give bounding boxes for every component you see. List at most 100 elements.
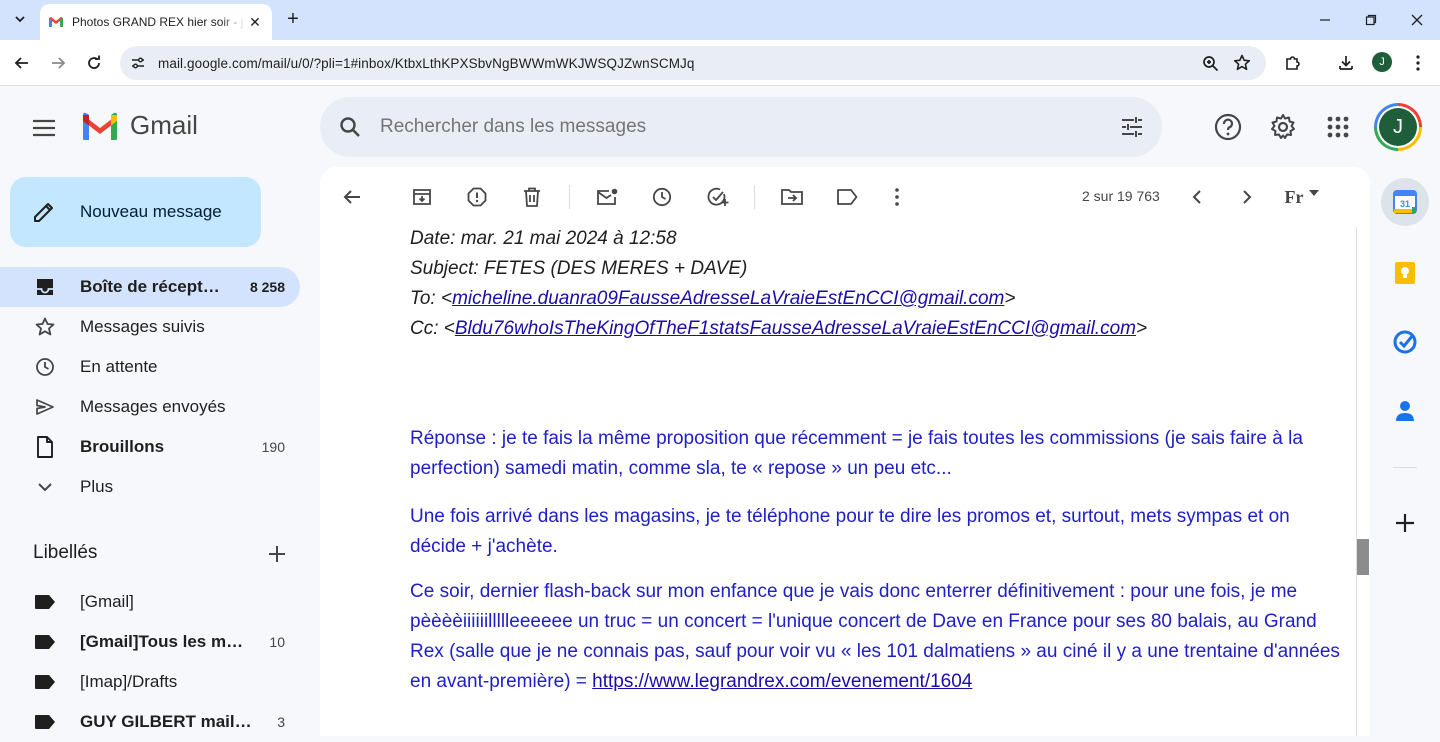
tab-search-button[interactable] bbox=[8, 7, 32, 31]
download-icon[interactable] bbox=[1334, 51, 1358, 75]
extensions-icon[interactable] bbox=[1281, 51, 1305, 75]
calendar-app-button[interactable]: 31 bbox=[1381, 178, 1429, 226]
label-item-gmail-all[interactable]: [Gmail]Tous les m… 10 bbox=[0, 622, 300, 662]
star-icon bbox=[33, 315, 57, 339]
label-item-guy-gilbert[interactable]: GUY GILBERT mail… 3 bbox=[0, 702, 300, 742]
apps-grid-icon[interactable] bbox=[1321, 110, 1355, 144]
chevron-right-icon bbox=[1243, 190, 1252, 204]
chevron-down-icon bbox=[33, 475, 57, 499]
browser-tab[interactable]: Photos GRAND REX hier soir - j ✕ bbox=[40, 4, 272, 40]
contacts-app-button[interactable] bbox=[1381, 387, 1429, 435]
to-suffix: > bbox=[1004, 288, 1016, 309]
draft-count: 190 bbox=[261, 439, 285, 455]
to-prefix: To: < bbox=[410, 288, 453, 309]
label-item-gmail[interactable]: [Gmail] bbox=[0, 582, 300, 622]
site-info-icon[interactable] bbox=[126, 51, 150, 75]
toolbar-divider bbox=[569, 185, 570, 209]
sidebar-item-drafts[interactable]: Brouillons 190 bbox=[0, 427, 300, 467]
label-tag-icon bbox=[33, 670, 57, 694]
move-to-folder-icon bbox=[781, 189, 803, 205]
add-to-tasks-button[interactable] bbox=[706, 185, 730, 209]
close-window-button[interactable] bbox=[1405, 8, 1429, 32]
keep-app-button[interactable] bbox=[1381, 249, 1429, 297]
mark-unread-button[interactable] bbox=[595, 185, 619, 209]
older-button[interactable] bbox=[1235, 185, 1259, 209]
tab-title: Photos GRAND REX hier soir - j bbox=[72, 15, 244, 29]
tasks-icon bbox=[1393, 330, 1417, 354]
forwarded-cc: Cc: <Bldu76whoIsTheKingOfTheF1statsFauss… bbox=[410, 318, 1147, 340]
archive-button[interactable] bbox=[410, 185, 434, 209]
back-to-inbox-button[interactable] bbox=[340, 185, 364, 209]
restore-button[interactable] bbox=[1359, 8, 1383, 32]
more-vert-icon bbox=[895, 188, 899, 206]
svg-text:31: 31 bbox=[1400, 199, 1410, 209]
body-paragraph-2: Une fois arrivé dans les magasins, je te… bbox=[410, 506, 1290, 557]
cc-suffix: > bbox=[1135, 318, 1148, 339]
search-icon[interactable] bbox=[320, 97, 380, 157]
input-tools-button[interactable]: Fr bbox=[1282, 185, 1322, 209]
sidebar-item-label: Brouillons bbox=[80, 437, 165, 456]
compose-label: Nouveau message bbox=[80, 202, 222, 221]
plus-icon bbox=[269, 546, 285, 562]
bookmark-star-icon[interactable] bbox=[1230, 51, 1254, 75]
cc-prefix: Cc: < bbox=[410, 318, 455, 339]
search-bar[interactable] bbox=[320, 97, 1162, 157]
label-count: 10 bbox=[269, 634, 285, 650]
new-tab-button[interactable]: + bbox=[282, 9, 304, 31]
account-avatar[interactable]: J bbox=[1374, 103, 1422, 151]
gmail-favicon-icon bbox=[49, 17, 63, 27]
sidebar-item-inbox[interactable]: Boîte de récept… 8 258 bbox=[0, 267, 300, 307]
report-spam-button[interactable] bbox=[465, 185, 489, 209]
arrow-right-icon bbox=[52, 57, 66, 69]
legrandrex-link[interactable]: https://www.legrandrex.com/evenement/160… bbox=[592, 671, 972, 692]
label-tag-icon bbox=[33, 710, 57, 734]
back-button[interactable] bbox=[10, 51, 34, 75]
snooze-button[interactable] bbox=[650, 185, 674, 209]
help-icon[interactable] bbox=[1211, 110, 1245, 144]
compose-button[interactable]: Nouveau message bbox=[10, 177, 261, 247]
sidebar-item-more[interactable]: Plus bbox=[0, 467, 300, 507]
delete-button[interactable] bbox=[520, 185, 544, 209]
search-input[interactable] bbox=[380, 116, 1102, 138]
get-addons-button[interactable] bbox=[1381, 499, 1429, 547]
tab-close-icon[interactable]: ✕ bbox=[246, 13, 264, 31]
labels-button[interactable] bbox=[835, 185, 859, 209]
main-menu-button[interactable] bbox=[28, 112, 60, 144]
more-vert-icon[interactable] bbox=[1406, 51, 1430, 75]
zoom-icon[interactable] bbox=[1198, 51, 1222, 75]
keep-icon bbox=[1395, 262, 1415, 284]
sidebar-item-starred[interactable]: Messages suivis bbox=[0, 307, 300, 347]
minimize-button[interactable] bbox=[1313, 8, 1337, 32]
draft-file-icon bbox=[33, 435, 57, 459]
menu-icon bbox=[33, 119, 55, 137]
add-label-button[interactable] bbox=[264, 541, 290, 567]
reload-button[interactable] bbox=[82, 51, 106, 75]
browser-profile-avatar[interactable]: J bbox=[1372, 52, 1392, 72]
sidebar-item-label: Plus bbox=[80, 477, 114, 496]
calendar-icon: 31 bbox=[1393, 190, 1417, 214]
pencil-icon bbox=[34, 203, 53, 222]
report-spam-icon bbox=[467, 187, 487, 207]
scrollbar-track[interactable] bbox=[1356, 227, 1370, 736]
pagination-text: 2 sur 19 763 bbox=[1082, 188, 1160, 204]
close-icon bbox=[1411, 14, 1423, 26]
newer-button[interactable] bbox=[1185, 185, 1209, 209]
label-name: GUY GILBERT mail… bbox=[80, 712, 252, 731]
settings-gear-icon[interactable] bbox=[1266, 110, 1300, 144]
move-to-button[interactable] bbox=[780, 185, 804, 209]
tasks-app-button[interactable] bbox=[1381, 318, 1429, 366]
more-actions-button[interactable] bbox=[885, 185, 909, 209]
cc-email-link[interactable]: Bldu76whoIsTheKingOfTheF1statsFausseAdre… bbox=[455, 318, 1136, 339]
to-email-link[interactable]: micheline.duanra09FausseAdresseLaVraieEs… bbox=[452, 288, 1004, 309]
sidebar-item-sent[interactable]: Messages envoyés bbox=[0, 387, 300, 427]
gmail-logo[interactable]: Gmail bbox=[80, 110, 198, 141]
address-bar[interactable]: mail.google.com/mail/u/0/?pli=1#inbox/Kt… bbox=[120, 46, 1266, 80]
sidebar-item-label: En attente bbox=[80, 357, 158, 376]
label-item-imap-drafts[interactable]: [Imap]/Drafts bbox=[0, 662, 300, 702]
search-options-icon[interactable] bbox=[1102, 97, 1162, 157]
scrollbar-thumb[interactable] bbox=[1357, 539, 1369, 575]
sidebar-item-snoozed[interactable]: En attente bbox=[0, 347, 300, 387]
forward-button[interactable] bbox=[46, 51, 70, 75]
avatar-initial: J bbox=[1379, 108, 1417, 146]
label-name: [Imap]/Drafts bbox=[80, 672, 178, 691]
